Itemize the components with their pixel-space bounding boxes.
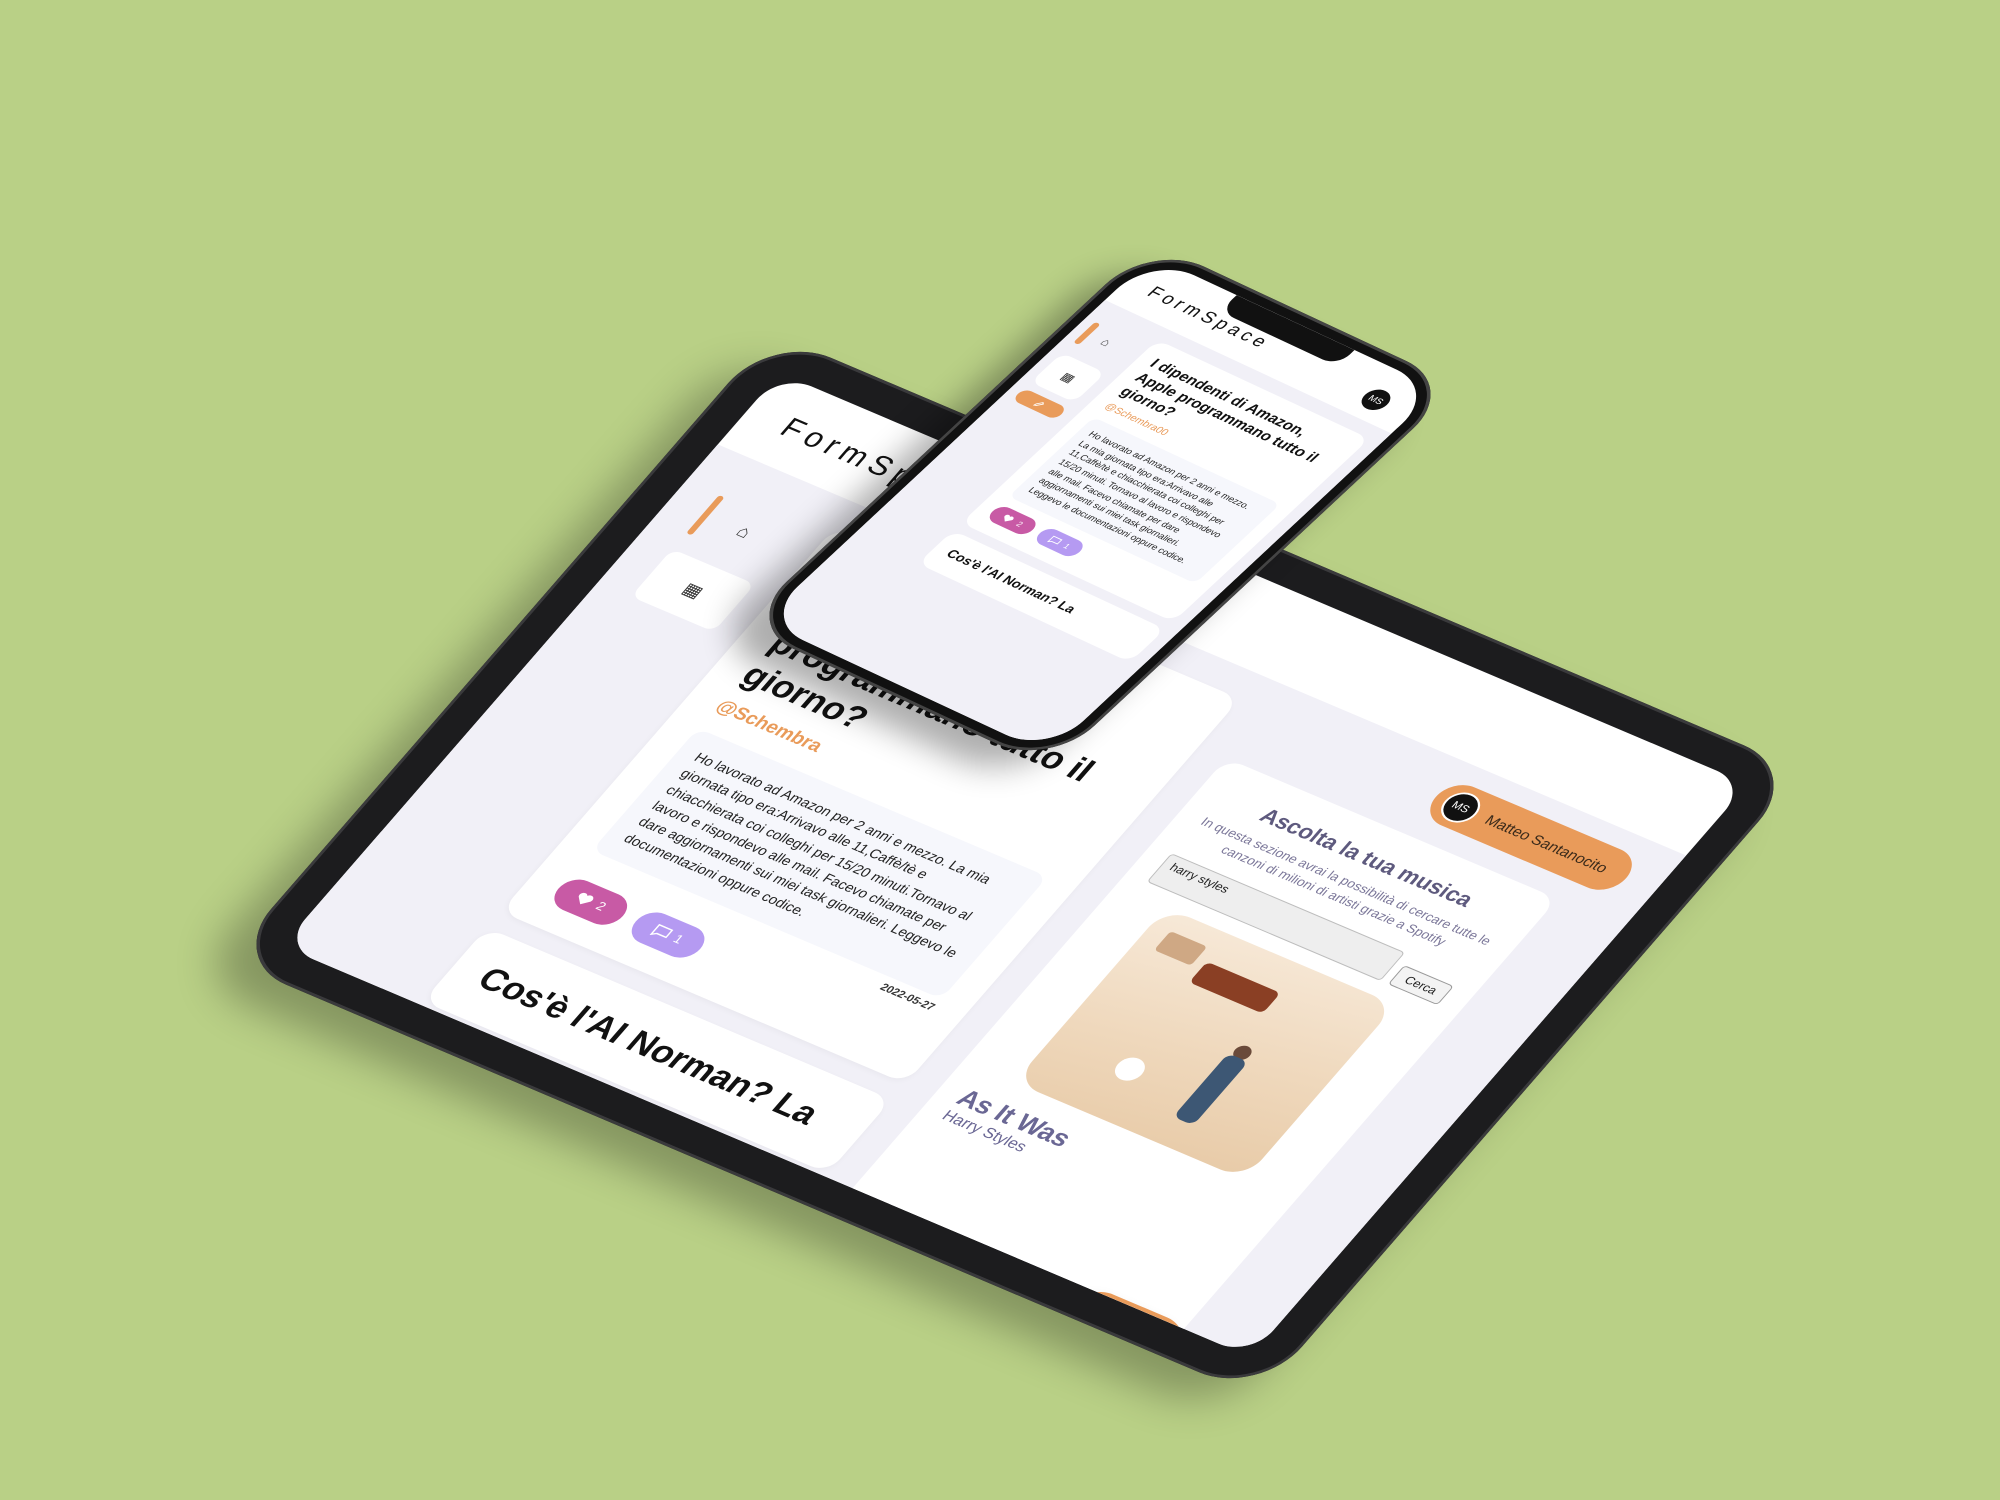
- search-button[interactable]: Cerca: [1387, 965, 1454, 1006]
- comment-count: 1: [669, 931, 687, 947]
- mockup-scene: FormSpace ⌂ ▦ I dipendenti di Amazon, Ap…: [0, 0, 2000, 1500]
- grid-icon: ▦: [1057, 370, 1079, 386]
- home-icon: ⌂: [1097, 335, 1115, 349]
- heart-icon: [1004, 514, 1014, 522]
- pencil-icon: [1086, 1317, 1102, 1324]
- grid-icon: ▦: [678, 578, 709, 602]
- home-icon: ⌂: [732, 521, 757, 542]
- like-button[interactable]: 2: [984, 504, 1041, 538]
- sidebar-item-home[interactable]: ⌂: [1068, 317, 1144, 368]
- comment-button[interactable]: 1: [1031, 526, 1088, 560]
- sidebar-item-grid[interactable]: ▦: [1030, 352, 1106, 403]
- comment-icon: [1046, 535, 1063, 545]
- heart-icon: [579, 892, 594, 905]
- album-art-detail: [1172, 1053, 1249, 1126]
- user-name: Matteo Santanocito: [1481, 812, 1612, 877]
- post-button-label: POST: [1104, 1320, 1155, 1350]
- like-count: 2: [592, 899, 610, 914]
- comment-icon: [649, 924, 674, 939]
- comment-count: 1: [1061, 541, 1073, 551]
- album-art-detail: [1108, 1053, 1151, 1085]
- album-art-detail: [1188, 961, 1281, 1014]
- new-post-button[interactable]: POST: [1042, 1282, 1196, 1357]
- like-count: 2: [1013, 519, 1026, 529]
- album-art-detail: [1153, 931, 1208, 966]
- pencil-icon: [1032, 402, 1044, 406]
- avatar: MS: [1433, 787, 1488, 828]
